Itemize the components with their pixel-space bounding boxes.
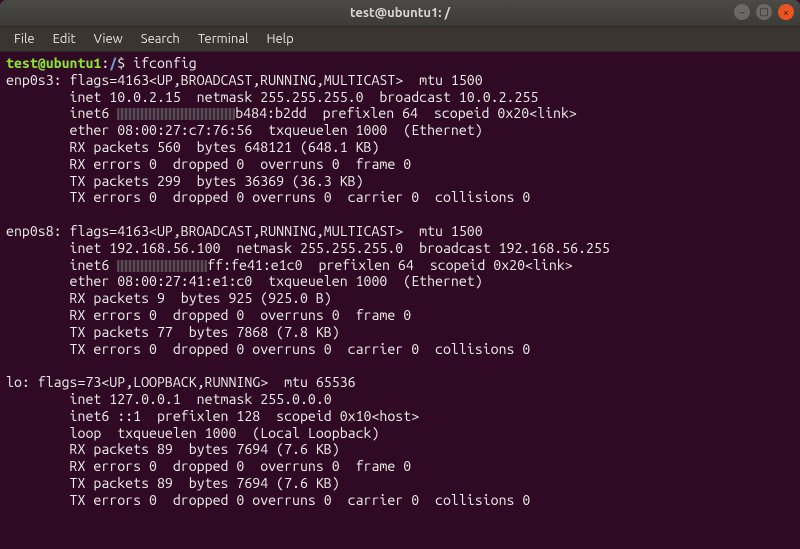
ifconfig-enp0s8-inet6-suffix: ff:fe41:e1c0 prefixlen 64 scopeid 0x20<l… [207,257,572,273]
ifconfig-enp0s3-inet: inet 10.0.2.15 netmask 255.255.255.0 bro… [6,89,538,105]
ifconfig-enp0s8-flags: enp0s8: flags=4163<UP,BROADCAST,RUNNING,… [6,223,483,239]
ifconfig-enp0s3-ether: ether 08:00:27:c7:76:56 txqueuelen 1000 … [6,122,483,138]
ifconfig-lo-tx-packets: TX packets 89 bytes 7694 (7.6 KB) [6,475,340,491]
ifconfig-enp0s8-ether: ether 08:00:27:41:e1:c0 txqueuelen 1000 … [6,273,483,289]
menu-search[interactable]: Search [133,30,188,48]
ifconfig-lo-rx-errors: RX errors 0 dropped 0 overruns 0 frame 0 [6,458,411,474]
redacted-inet6-enp0s3 [117,108,235,120]
ifconfig-lo-inet6: inet6 ::1 prefixlen 128 scopeid 0x10<hos… [6,408,419,424]
ifconfig-enp0s3-inet6-prefix: inet6 [6,105,117,121]
menu-file[interactable]: File [6,30,43,48]
ifconfig-lo-inet: inet 127.0.0.1 netmask 255.0.0.0 [6,391,332,407]
ifconfig-enp0s3-tx-errors: TX errors 0 dropped 0 overruns 0 carrier… [6,189,530,205]
minimize-button[interactable]: – [734,4,750,20]
window-controls: – □ × [734,4,794,20]
terminal-window: test@ubuntu1: / – □ × File Edit View Sea… [0,0,800,549]
ifconfig-lo-rx-packets: RX packets 89 bytes 7694 (7.6 KB) [6,441,340,457]
ifconfig-enp0s8-rx-errors: RX errors 0 dropped 0 overruns 0 frame 0 [6,307,411,323]
ifconfig-enp0s8-tx-packets: TX packets 77 bytes 7868 (7.8 KB) [6,324,340,340]
prompt-space [125,55,133,71]
prompt-dollar: $ [117,55,125,71]
menu-edit[interactable]: Edit [45,30,84,48]
terminal-body[interactable]: test@ubuntu1:/$ ifconfig enp0s3: flags=4… [0,52,800,549]
titlebar[interactable]: test@ubuntu1: / – □ × [0,0,800,27]
ifconfig-lo-flags: lo: flags=73<UP,LOOPBACK,RUNNING> mtu 65… [6,374,356,390]
ifconfig-lo-loop: loop txqueuelen 1000 (Local Loopback) [6,425,379,441]
ifconfig-lo-tx-errors: TX errors 0 dropped 0 overruns 0 carrier… [6,492,530,508]
ifconfig-enp0s3-rx-packets: RX packets 560 bytes 648121 (648.1 KB) [6,139,379,155]
command-text: ifconfig [133,55,197,71]
menu-help[interactable]: Help [258,30,301,48]
menubar: File Edit View Search Terminal Help [0,27,800,52]
redacted-inet6-enp0s8 [117,260,207,272]
window-title: test@ubuntu1: / [0,6,800,20]
prompt-userhost: test@ubuntu1 [6,55,101,71]
ifconfig-enp0s3-inet6-suffix: b484:b2dd prefixlen 64 scopeid 0x20<link… [235,105,577,121]
ifconfig-enp0s3-flags: enp0s3: flags=4163<UP,BROADCAST,RUNNING,… [6,72,483,88]
ifconfig-enp0s8-tx-errors: TX errors 0 dropped 0 overruns 0 carrier… [6,341,530,357]
maximize-button[interactable]: □ [756,4,772,20]
menu-view[interactable]: View [86,30,131,48]
ifconfig-enp0s8-rx-packets: RX packets 9 bytes 925 (925.0 B) [6,290,332,306]
ifconfig-enp0s8-inet: inet 192.168.56.100 netmask 255.255.255.… [6,240,610,256]
ifconfig-enp0s3-tx-packets: TX packets 299 bytes 36369 (36.3 KB) [6,173,364,189]
ifconfig-enp0s3-rx-errors: RX errors 0 dropped 0 overruns 0 frame 0 [6,156,411,172]
menu-terminal[interactable]: Terminal [190,30,257,48]
close-button[interactable]: × [778,4,794,20]
ifconfig-enp0s8-inet6-prefix: inet6 [6,257,117,273]
